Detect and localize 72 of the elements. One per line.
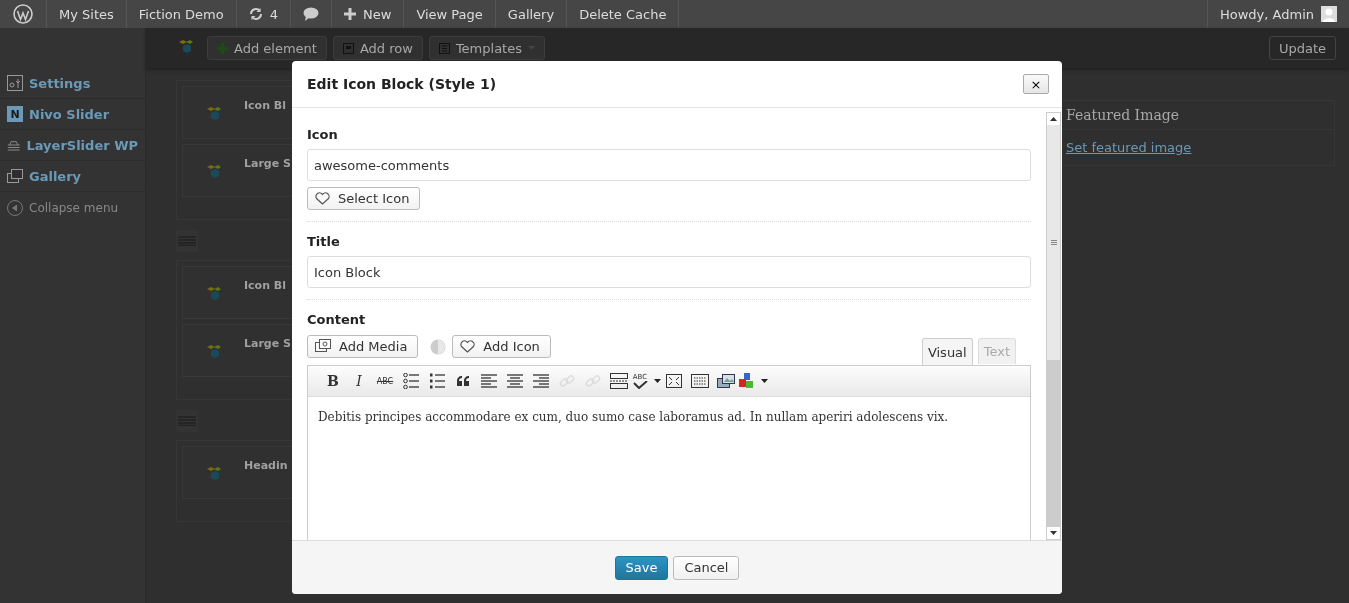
align-right-icon	[533, 374, 549, 388]
plus-icon	[217, 42, 228, 54]
align-left-icon	[481, 374, 497, 388]
check-icon	[632, 380, 648, 389]
builder-toolbar-button[interactable]: Add element	[207, 36, 327, 60]
add-media-button[interactable]: Add Media	[307, 335, 419, 358]
collapse-menu-link[interactable]: Collapse menu	[0, 192, 145, 224]
caret-icon	[654, 379, 661, 383]
caret-icon	[761, 379, 768, 383]
cubes-logo-icon	[206, 467, 222, 483]
fullscreen-icon	[666, 374, 682, 388]
element-title: Icon Bl	[244, 279, 286, 292]
sidebar-item[interactable]: N Nivo Slider	[0, 99, 145, 130]
grip-icon	[1050, 240, 1057, 245]
scroll-down-arrow-icon[interactable]	[1050, 531, 1057, 535]
scrollbar[interactable]	[1046, 112, 1061, 540]
field-label: Content	[307, 312, 367, 327]
row-icon	[342, 42, 354, 54]
nivo-logo-icon: N	[7, 106, 23, 122]
blocks-icon	[739, 373, 755, 389]
element-title: Large S	[244, 157, 291, 170]
format-button[interactable]: B	[320, 370, 346, 392]
numbered-list-icon	[429, 373, 445, 389]
quote-icon	[456, 375, 470, 387]
scroll-up-arrow-icon[interactable]	[1050, 117, 1057, 121]
editor-tab[interactable]: Visual	[921, 338, 973, 365]
speech-bubble-icon	[303, 7, 319, 21]
plus-icon	[344, 8, 356, 20]
format-button[interactable]: ABC	[372, 370, 398, 392]
sidebar-item[interactable]: Gallery	[0, 161, 145, 192]
pictures-icon	[7, 168, 23, 184]
element-title: Large S	[244, 337, 291, 350]
camera-icon	[315, 339, 331, 354]
cancel-button[interactable]: Cancel	[673, 555, 740, 580]
field-label: Title	[307, 234, 341, 249]
cubes-logo-icon	[206, 165, 222, 181]
sliders-icon	[7, 75, 23, 91]
cubes-logo-icon	[206, 345, 222, 361]
format-button[interactable]: I	[346, 370, 372, 392]
close-button[interactable]: ×	[1023, 74, 1049, 94]
refresh-icon	[248, 7, 263, 21]
set-featured-image-link[interactable]: Set featured image	[1066, 140, 1192, 155]
element-title: Headin	[244, 459, 288, 472]
cubes-logo-icon	[206, 107, 222, 123]
read-more-icon	[610, 373, 628, 389]
image-icon	[717, 373, 735, 389]
add-icon-button[interactable]: Add Icon	[452, 335, 551, 358]
bullet-list-icon	[403, 373, 419, 389]
sidebar-item[interactable]: Settings	[0, 68, 145, 99]
update-button[interactable]: Update	[1268, 36, 1336, 60]
dialog-title: Edit Icon Block (Style 1)	[307, 76, 497, 92]
select-icon-button[interactable]: Select Icon	[307, 187, 421, 210]
avatar-icon	[1321, 6, 1337, 22]
align-center-icon	[507, 374, 523, 388]
cubes-logo-icon	[179, 40, 193, 56]
field-label: Icon	[307, 127, 339, 142]
chain-link-icon	[559, 373, 575, 389]
builder-toolbar-button[interactable]: Templates	[428, 36, 545, 60]
heart-icon	[460, 340, 476, 353]
builder-toolbar-button[interactable]: Add row	[332, 36, 423, 60]
heart-icon	[315, 192, 330, 205]
editor-content[interactable]: Debitis principes accommodare ex cum, duo sumo case laboramus ad. In nullam aperiri adolescens vix.	[308, 397, 1030, 540]
element-title: Icon Bl	[244, 99, 286, 112]
sidebar-item[interactable]: LayerSlider WP	[0, 130, 145, 161]
broken-link-icon	[585, 373, 601, 389]
document-icon	[438, 42, 450, 54]
wordpress-logo-icon	[13, 4, 33, 24]
title-input-field[interactable]: Icon Block	[307, 256, 1031, 288]
keyboard-icon	[691, 374, 709, 388]
cubes-logo-icon	[206, 287, 222, 303]
save-button[interactable]: Save	[614, 555, 669, 580]
icon-input-field[interactable]: awesome-comments	[307, 149, 1031, 181]
